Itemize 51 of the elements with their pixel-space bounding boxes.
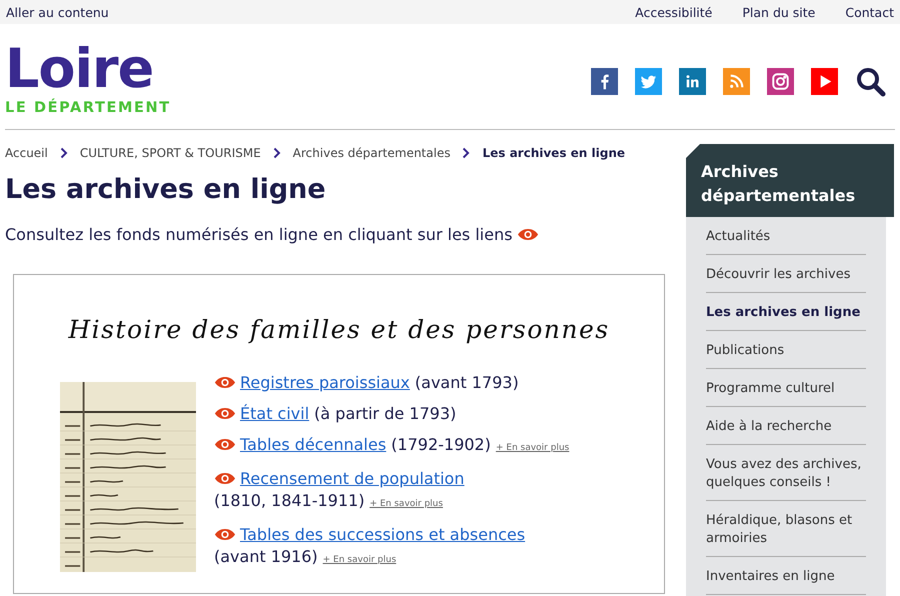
record-link[interactable]: Registres paroissiaux [240,373,410,392]
date-range: (avant 1793) [414,373,519,392]
linkedin-icon[interactable] [679,68,706,95]
sidebar-item[interactable]: Actualités [706,217,866,255]
record-link[interactable]: Recensement de population [240,469,464,488]
sidebar-heading: Archives départementales [686,144,894,217]
sidebar-item[interactable]: Découvrir les archives [706,255,866,293]
eye-icon [214,376,236,389]
eye-icon [517,228,540,241]
date-range: (à partir de 1793) [314,404,456,423]
eye-icon [214,438,236,451]
logo-subtitle: LE DÉPARTEMENT [5,100,171,116]
eye-icon [214,407,236,420]
sidebar-item[interactable]: Programme culturel [706,369,866,407]
eye-icon [214,528,236,541]
page-title: Les archives en ligne [5,174,327,205]
top-nav-link[interactable]: Contact [845,4,894,20]
section-heading: Histoire des familles et des personnes [67,315,611,344]
play-icon[interactable] [811,68,838,95]
top-nav-link[interactable]: Plan du site [742,4,816,20]
top-nav-link[interactable]: Accessibilité [635,4,712,20]
breadcrumb-link[interactable]: Archives départementales [292,146,450,160]
record-link[interactable]: Tables décennales [240,435,386,454]
more-link[interactable]: + En savoir plus [496,443,570,453]
chevron-icon [60,147,68,159]
breadcrumb-link[interactable]: CULTURE, SPORT & TOURISME [80,146,261,160]
date-range: (1792-1902) [391,435,491,454]
sidebar-item[interactable]: Publications [706,331,866,369]
search-icon[interactable] [855,66,887,98]
bird-icon[interactable] [635,68,662,95]
breadcrumb-link[interactable]: Les archives en ligne [482,146,625,160]
sidebar-item[interactable]: Inventaires en ligne [706,557,866,595]
intro-text: Consultez les fonds numérisés en ligne en cliquant sur les liens [5,225,512,244]
camera-icon[interactable] [767,68,794,95]
record-link[interactable]: État civil [240,404,310,423]
sidebar-item[interactable]: Aide à la recherche [706,407,866,445]
chevron-icon [462,147,470,159]
eye-icon [214,472,236,485]
sidebar-item[interactable]: Les archives en ligne [706,293,866,331]
chevron-icon [272,147,281,159]
logo-wordmark[interactable]: Loire [5,44,171,94]
more-link[interactable]: + En savoir plus [322,555,396,565]
record-link[interactable]: Tables des successions et absences [240,525,526,544]
facebook-icon[interactable] [591,68,618,95]
date-range: (avant 1916) [214,547,318,566]
sidebar-item[interactable]: Vous avez des archives, quelques conseils ! [706,445,866,501]
more-link[interactable]: + En savoir plus [370,499,443,509]
breadcrumb-link[interactable]: Accueil [5,146,48,160]
sidebar-item[interactable]: Héraldique, blasons et armoiries [706,501,866,557]
skip-link[interactable]: Aller au contenu [6,4,109,20]
date-range: (1810, 1841-1911) [214,491,365,510]
